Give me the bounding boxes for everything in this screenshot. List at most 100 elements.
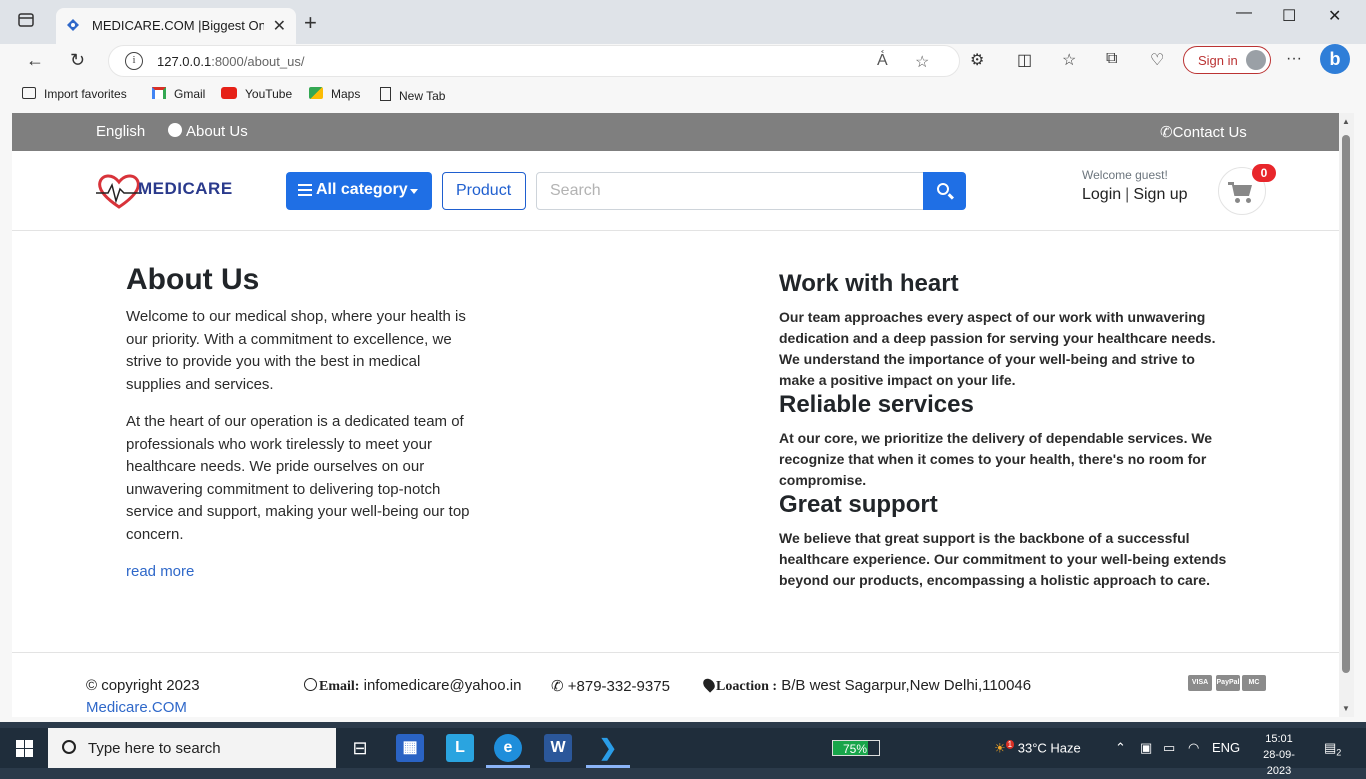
contact-us-link[interactable]: ✆Contact Us [1160, 123, 1247, 141]
more-options-icon[interactable]: ··· [1286, 50, 1302, 68]
footer-location: Loaction : B/B west Sagarpur,New Delhi,1… [700, 676, 1031, 695]
minimize-icon[interactable]: — [1236, 4, 1252, 22]
login-link[interactable]: Login [1082, 186, 1121, 203]
browser-window: MEDICARE.COM |Biggest Online ✕ + — ☐ ✕ ←… [0, 0, 1366, 722]
favorite-youtube[interactable]: YouTube [221, 87, 292, 101]
search-input[interactable] [536, 172, 924, 210]
auth-links: Login | Sign up [1082, 186, 1188, 203]
edge-icon[interactable]: e [494, 734, 522, 762]
language-indicator[interactable]: ENG [1212, 740, 1240, 755]
taskbar-search[interactable]: Type here to search [48, 728, 336, 768]
site-footer: © copyright 2023 Medicare.COM Email: inf… [12, 652, 1339, 717]
feature-reliable-services: Reliable services At our core, we priori… [779, 391, 1229, 491]
signup-link[interactable]: Sign up [1133, 186, 1187, 203]
globe-icon [304, 678, 317, 691]
favorite-new-tab[interactable]: New Tab [380, 87, 445, 103]
network-device-icon[interactable]: ▣ [1140, 740, 1152, 756]
feature-title: Great support [779, 491, 938, 518]
favorite-star-icon[interactable]: ☆ [915, 52, 929, 72]
site-header: MEDICARE All category Product Welcome gu… [12, 151, 1339, 231]
windows-taskbar: Type here to search ⊟ ▦ L e W ❯ 75% ☀ 1 3… [0, 728, 1366, 777]
gmail-icon [152, 87, 166, 99]
copyright-text: © copyright 2023 [86, 677, 200, 694]
about-us-link[interactable]: About Us [168, 123, 248, 140]
weather-badge: 1 [1005, 740, 1015, 749]
site-favicon-icon [67, 19, 79, 31]
weather-icon: ☀ [994, 740, 1006, 756]
taskbar-clock[interactable]: 15:01 28-09-2023 [1252, 731, 1306, 779]
favorite-import[interactable]: Import favorites [22, 87, 127, 101]
web-page: English About Us ✆Contact Us MEDICARE Al… [12, 113, 1339, 717]
tab-strip: MEDICARE.COM |Biggest Online ✕ + — ☐ ✕ [0, 0, 1366, 44]
weather-widget[interactable]: ☀ 1 33°C Haze [994, 740, 1081, 756]
product-button[interactable]: Product [442, 172, 526, 210]
battery-tray-icon[interactable]: ▭ [1163, 740, 1175, 756]
read-aloud-icon[interactable]: A᷾ [877, 52, 888, 70]
feature-text: We believe that great support is the bac… [779, 530, 1227, 588]
read-more-link[interactable]: read more [126, 563, 194, 580]
favorite-gmail[interactable]: Gmail [152, 87, 205, 101]
scroll-up-icon[interactable]: ▲ [1342, 117, 1350, 126]
notifications-icon[interactable]: ▤2 [1324, 740, 1341, 758]
youtube-icon [221, 87, 237, 99]
user-circle-icon [168, 123, 182, 137]
search-button[interactable] [923, 172, 966, 210]
address-bar[interactable]: i 127.0.0.1:8000/about_us/ A᷾ ☆ [108, 45, 960, 77]
all-category-dropdown[interactable]: All category [286, 172, 432, 210]
visa-icon: VISA [1188, 675, 1212, 691]
new-tab-icon[interactable]: + [304, 12, 317, 34]
l-app-icon[interactable]: L [446, 734, 474, 762]
map-marker-icon [700, 676, 718, 693]
feature-text: At our core, we prioritize the delivery … [779, 430, 1213, 488]
scrollbar-thumb[interactable] [1342, 135, 1350, 673]
site-info-icon[interactable]: i [125, 52, 143, 70]
extensions-icon[interactable]: ⚙ [970, 50, 984, 70]
collections-icon[interactable]: ⧉ [1106, 50, 1117, 68]
store-icon[interactable]: ▦ [396, 734, 424, 762]
vscode-icon[interactable]: ❯ [594, 734, 622, 762]
cart-icon [1232, 185, 1252, 196]
back-icon[interactable]: ← [26, 50, 44, 71]
about-paragraph-1: Welcome to our medical shop, where your … [126, 308, 466, 393]
cart-count-badge: 0 [1252, 164, 1276, 182]
tab-medicare[interactable]: MEDICARE.COM |Biggest Online ✕ [56, 8, 296, 44]
sign-in-button[interactable]: Sign in [1183, 46, 1271, 74]
favorite-maps[interactable]: Maps [309, 87, 360, 101]
feature-title: Work with heart [779, 270, 959, 297]
page-title: About Us [126, 263, 260, 296]
tab-actions-icon[interactable] [18, 12, 46, 36]
refresh-icon[interactable]: ↻ [70, 50, 85, 71]
wifi-icon[interactable]: ◠ [1188, 740, 1199, 756]
favorites-bar: Import favorites Gmail YouTube Maps New … [0, 80, 1366, 110]
word-icon[interactable]: W [544, 734, 572, 762]
maps-icon [309, 87, 323, 99]
close-tab-icon[interactable]: ✕ [273, 16, 286, 36]
close-window-icon[interactable]: ✕ [1328, 6, 1341, 26]
feature-title: Reliable services [779, 391, 974, 418]
battery-indicator[interactable]: 75% [832, 740, 880, 756]
feature-text: Our team approaches every aspect of our … [779, 309, 1216, 388]
feature-great-support: Great support We believe that great supp… [779, 491, 1229, 591]
import-icon [22, 87, 36, 99]
url-text[interactable]: 127.0.0.1:8000/about_us/ [157, 54, 304, 69]
feature-work-with-heart: Work with heart Our team approaches ever… [779, 270, 1229, 391]
task-view-icon[interactable]: ⊟ [346, 734, 374, 762]
scroll-down-icon[interactable]: ▼ [1342, 704, 1350, 713]
brand-link[interactable]: Medicare.COM [86, 699, 187, 716]
tray-chevron-icon[interactable]: ⌃ [1115, 740, 1126, 756]
footer-email: Email: infomedicare@yahoo.in [304, 677, 521, 695]
favorites-icon[interactable]: ☆ [1062, 50, 1076, 70]
page-scrollbar[interactable]: ▲ ▼ [1339, 113, 1354, 717]
windows-start-icon[interactable] [16, 740, 33, 757]
phone-icon: ✆ [551, 678, 564, 695]
maximize-icon[interactable]: ☐ [1282, 6, 1296, 26]
language-link[interactable]: English [96, 123, 145, 140]
medicare-logo[interactable]: MEDICARE [94, 171, 232, 211]
split-screen-icon[interactable]: ◫ [1017, 50, 1032, 70]
logo-text: MEDICARE [138, 179, 233, 198]
top-nav-bar: English About Us ✆Contact Us [12, 113, 1339, 151]
mastercard-icon: MC [1242, 675, 1266, 691]
menu-icon [298, 184, 312, 196]
browser-essentials-icon[interactable]: ♡ [1150, 50, 1164, 70]
bing-copilot-icon[interactable]: b [1320, 44, 1350, 74]
